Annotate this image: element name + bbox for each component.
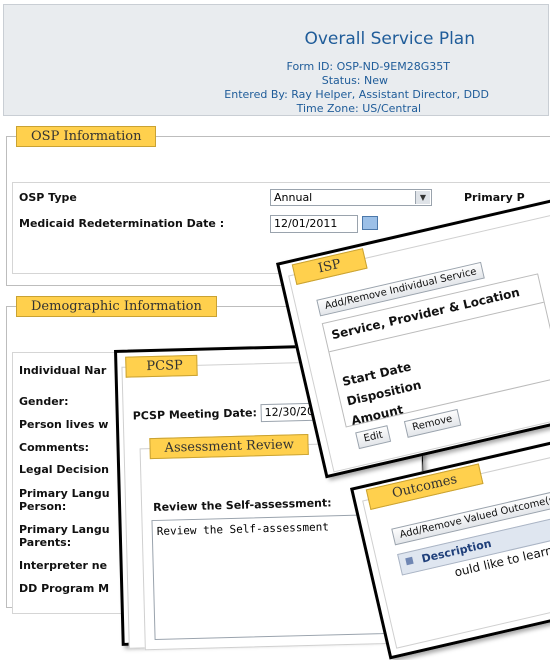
demographic-legend: Demographic Information <box>16 296 217 317</box>
osp-type-value: Annual <box>274 191 313 204</box>
entered-by: Entered By: Ray Helper, Assistant Direct… <box>224 88 489 101</box>
pcsp-legend: PCSP <box>125 354 199 378</box>
demo-field: Primary Langu Parents: <box>19 523 110 549</box>
chevron-down-icon[interactable]: ▼ <box>415 191 430 204</box>
demo-field: DD Program M <box>19 582 110 595</box>
assessment-legend: Assessment Review <box>149 433 310 460</box>
demo-field: Interpreter ne <box>19 559 108 572</box>
medicaid-date-input[interactable]: 12/01/2011 <box>270 215 358 233</box>
demo-field: Individual Nar <box>19 364 107 377</box>
calendar-icon[interactable] <box>362 216 378 230</box>
status-text: Status: New <box>321 74 388 87</box>
form-id: Form ID: OSP-ND-9EM28G35T <box>286 60 450 73</box>
osp-type-select[interactable]: Annual ▼ <box>270 189 432 206</box>
time-zone: Time Zone: US/Central <box>296 102 421 115</box>
demo-field: Legal Decision <box>19 463 109 476</box>
page-header: Overall Service Plan Form ID: OSP-ND-9EM… <box>3 4 549 116</box>
demo-field: Person lives w <box>19 418 109 431</box>
demo-field: Primary Langu Person: <box>19 487 110 513</box>
medicaid-label: Medicaid Redetermination Date : <box>19 217 225 230</box>
demo-field: Gender: <box>19 395 69 408</box>
osp-type-label: OSP Type <box>19 191 77 204</box>
demo-field: Comments: <box>19 441 90 454</box>
osp-legend: OSP Information <box>16 126 157 147</box>
sort-icon <box>405 556 414 566</box>
primary-label: Primary P <box>464 191 525 204</box>
page-title: Overall Service Plan <box>304 29 475 49</box>
